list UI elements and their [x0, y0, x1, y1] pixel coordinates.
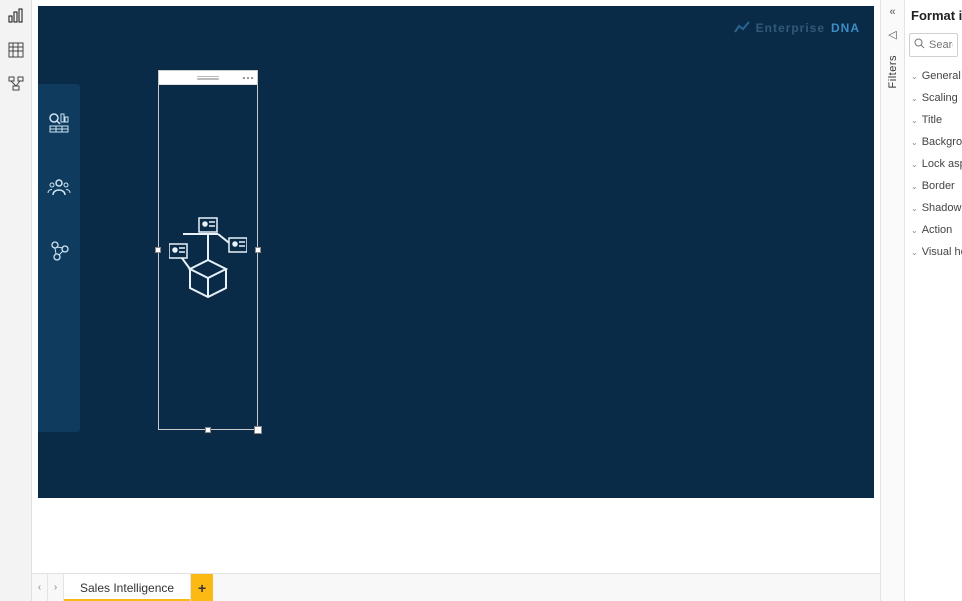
format-section-label: Action: [922, 224, 953, 236]
chevron-down-icon: ⌄: [911, 182, 918, 191]
format-section-label: Visual he...: [922, 246, 962, 258]
format-section-label: General: [922, 70, 961, 82]
page-tab-bar: ‹ › Sales Intelligence +: [32, 573, 880, 601]
plus-icon: +: [198, 580, 206, 596]
brand-label: Enterprise: [756, 21, 825, 35]
chevron-down-icon: ⌄: [911, 248, 918, 257]
customers-icon: [47, 175, 71, 199]
format-section-action[interactable]: ⌄ Action: [905, 219, 962, 241]
brand-watermark-icon: [734, 20, 750, 36]
visual-body: [159, 85, 257, 429]
model-view-button[interactable]: [6, 74, 26, 94]
triangle-left-icon: ◁: [888, 29, 896, 41]
resize-handle-left[interactable]: [155, 247, 161, 253]
data-view-button[interactable]: [6, 40, 26, 60]
resize-handle-right[interactable]: [255, 247, 261, 253]
report-view-button[interactable]: [6, 6, 26, 26]
tab-next-button[interactable]: ›: [48, 574, 64, 601]
visual-header[interactable]: [159, 71, 257, 85]
format-section-shadow[interactable]: ⌄ Shadow: [905, 197, 962, 219]
resize-handle-bottom-right[interactable]: [254, 426, 262, 434]
canvas-wrap: Enterprise DNA: [32, 0, 880, 573]
data-view-icon: [8, 42, 24, 58]
chevron-down-icon: ⌄: [911, 160, 918, 169]
chevron-down-icon: ⌄: [911, 72, 918, 81]
chevron-down-icon: ⌄: [911, 138, 918, 147]
format-pane-title: Format im: [905, 0, 962, 29]
visual-more-options-icon[interactable]: [243, 77, 253, 79]
filters-pane-label[interactable]: Filters: [887, 55, 899, 88]
report-center-column: Enterprise DNA: [32, 0, 880, 601]
add-page-button[interactable]: +: [191, 574, 213, 601]
page-tab-label: Sales Intelligence: [80, 581, 174, 595]
expand-visualizations-button[interactable]: ◁: [888, 28, 896, 41]
nav-products-button[interactable]: [46, 238, 72, 264]
chevron-down-icon: ⌄: [911, 226, 918, 235]
brand-accent: DNA: [831, 21, 860, 35]
format-section-label: Shadow: [922, 202, 962, 214]
collapsed-panes-rail: « ◁ Filters: [880, 0, 904, 601]
format-section-lock-aspect[interactable]: ⌄ Lock asp...: [905, 153, 962, 175]
format-section-label: Scaling: [922, 92, 958, 104]
canvas-lower-padding: [32, 498, 880, 573]
chevron-down-icon: ⌄: [911, 94, 918, 103]
format-section-background[interactable]: ⌄ Backgro...: [905, 131, 962, 153]
chevron-down-icon: ⌄: [911, 204, 918, 213]
format-section-label: Title: [922, 114, 942, 126]
format-section-border[interactable]: ⌄ Border: [905, 175, 962, 197]
report-view-icon: [8, 8, 24, 24]
double-chevron-left-icon: «: [889, 6, 895, 18]
format-section-label: Border: [922, 180, 955, 192]
format-section-visual-header[interactable]: ⌄ Visual he...: [905, 241, 962, 263]
left-view-rail: [0, 0, 32, 601]
report-canvas[interactable]: Enterprise DNA: [38, 6, 874, 498]
chevron-down-icon: ⌄: [911, 116, 918, 125]
products-icon: [47, 239, 71, 263]
format-search-input[interactable]: [929, 39, 953, 51]
resize-handle-bottom[interactable]: [205, 427, 211, 433]
format-section-label: Lock asp...: [922, 158, 962, 170]
drag-grip-icon[interactable]: [197, 76, 219, 80]
selected-image-visual[interactable]: [158, 70, 258, 430]
report-side-nav: [38, 84, 80, 432]
model-view-icon: [8, 76, 24, 92]
format-search-box[interactable]: [909, 33, 958, 57]
expand-panes-button[interactable]: «: [889, 6, 895, 18]
format-pane: Format im ⌄ General ⌄ Scaling ⌄ Title ⌄ …: [904, 0, 962, 601]
tab-prev-button[interactable]: ‹: [32, 574, 48, 601]
format-section-title[interactable]: ⌄ Title: [905, 109, 962, 131]
format-section-scaling[interactable]: ⌄ Scaling: [905, 87, 962, 109]
format-section-general[interactable]: ⌄ General: [905, 65, 962, 87]
nav-overview-button[interactable]: [46, 110, 72, 136]
page-tab-sales-intelligence[interactable]: Sales Intelligence: [64, 574, 191, 601]
chevron-left-icon: ‹: [38, 582, 41, 593]
format-section-label: Backgro...: [922, 136, 962, 148]
nav-customers-button[interactable]: [46, 174, 72, 200]
product-network-graphic-icon: [169, 212, 247, 302]
search-icon: [914, 38, 925, 52]
brand-watermark: Enterprise DNA: [734, 20, 860, 36]
chevron-right-icon: ›: [54, 582, 57, 593]
overview-dashboard-icon: [47, 111, 71, 135]
